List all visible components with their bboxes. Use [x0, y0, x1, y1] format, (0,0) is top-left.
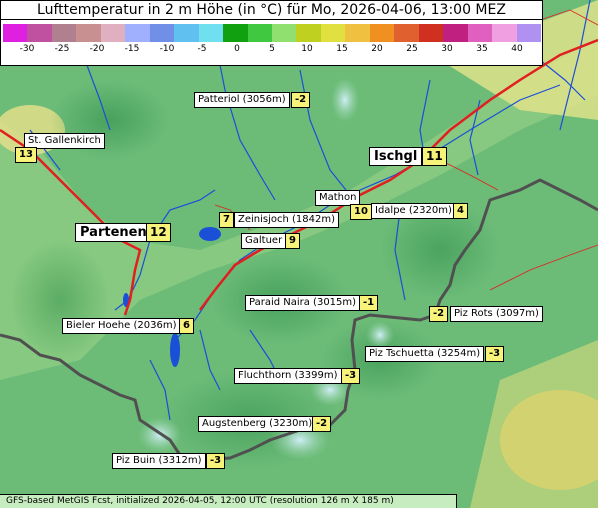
label-galtuer: Galtuer: [241, 233, 287, 249]
value-mathon: 10: [350, 204, 372, 220]
legend-swatch: [174, 24, 199, 42]
legend-tick-label: 35: [476, 44, 488, 54]
legend-swatch: [271, 24, 297, 42]
value-zeinisjoch: 7: [219, 212, 234, 228]
temperature-legend: -30 -25 -20 -15 -10 -5 0 5 10 15 20 25 30 35 40: [0, 20, 543, 66]
legend-tick-label: -25: [54, 44, 70, 54]
legend-tick-label: -15: [124, 44, 140, 54]
value-ischgl: 11: [422, 147, 447, 166]
legend-tick-label: 30: [441, 44, 453, 54]
legend-tick-label: 0: [234, 44, 240, 54]
legend-tick-label: -30: [19, 44, 35, 54]
legend-swatch: [125, 24, 150, 42]
legend-swatch: [345, 24, 370, 42]
label-paraid-naira: Paraid Naira (3015m): [245, 295, 361, 311]
value-galtuer: 9: [285, 233, 300, 249]
label-piz-tschuetta: Piz Tschuetta (3254m): [365, 346, 485, 362]
label-fluchthorn: Fluchthorn (3399m): [234, 368, 342, 384]
value-piz-buin: -3: [206, 453, 226, 469]
label-piz-rots: Piz Rots (3097m): [450, 306, 543, 322]
label-bieler-hoehe: Bieler Hoehe (2036m): [62, 318, 181, 334]
legend-tick-label: 5: [269, 44, 275, 54]
label-patteriol: Patteriol (3056m): [194, 92, 290, 108]
value-st-gallenkirch: 13: [15, 147, 37, 163]
legend-tick-label: -20: [89, 44, 105, 54]
legend-tick-label: 10: [301, 44, 313, 54]
value-augstenberg: -2: [312, 416, 332, 432]
legend-tick-label: 25: [406, 44, 418, 54]
value-fluchthorn: -3: [341, 368, 361, 384]
value-bieler-hoehe: 6: [179, 318, 194, 334]
label-piz-buin: Piz Buin (3312m): [112, 453, 206, 469]
legend-tick-label: 20: [371, 44, 383, 54]
legend-tick-label: -5: [197, 44, 207, 54]
legend-swatch: [198, 24, 224, 42]
value-piz-tschuetta: -3: [485, 346, 505, 362]
legend-swatch: [492, 24, 517, 42]
value-paraid-naira: -1: [359, 295, 379, 311]
label-idalpe: Idalpe (2320m): [371, 203, 456, 219]
legend-swatch: [369, 24, 395, 42]
legend-tick-label: -10: [159, 44, 175, 54]
label-ischgl: Ischgl: [369, 147, 423, 166]
legend-swatch: [76, 24, 101, 42]
forecast-footer: GFS-based MetGIS Fcst, initialized 2026-…: [0, 494, 457, 508]
legend-swatch: [516, 24, 541, 42]
legend-tick-label: 40: [511, 44, 523, 54]
legend-swatch: [247, 24, 272, 42]
legend-color-bar: [3, 24, 541, 42]
value-idalpe: 4: [453, 203, 468, 219]
legend-swatch: [320, 24, 346, 42]
legend-swatch: [149, 24, 175, 42]
legend-swatch: [51, 24, 77, 42]
value-partenen: 12: [146, 223, 171, 242]
legend-swatch: [467, 24, 493, 42]
legend-swatch: [296, 24, 321, 42]
legend-swatch: [100, 24, 126, 42]
legend-swatch: [394, 24, 419, 42]
legend-swatch: [223, 24, 248, 42]
legend-swatch: [3, 24, 28, 42]
legend-swatch: [27, 24, 52, 42]
legend-swatch: [443, 24, 468, 42]
label-partenen: Partenen: [75, 223, 152, 242]
legend-swatch: [418, 24, 444, 42]
legend-tick-label: 15: [336, 44, 348, 54]
label-zeinisjoch: Zeinisjoch (1842m): [234, 212, 340, 228]
value-piz-rots: -2: [429, 306, 449, 322]
value-patteriol: -2: [291, 92, 311, 108]
label-augstenberg: Augstenberg (3230m): [198, 416, 317, 432]
map-title: Lufttemperatur in 2 m Höhe (in °C) für M…: [0, 0, 543, 20]
